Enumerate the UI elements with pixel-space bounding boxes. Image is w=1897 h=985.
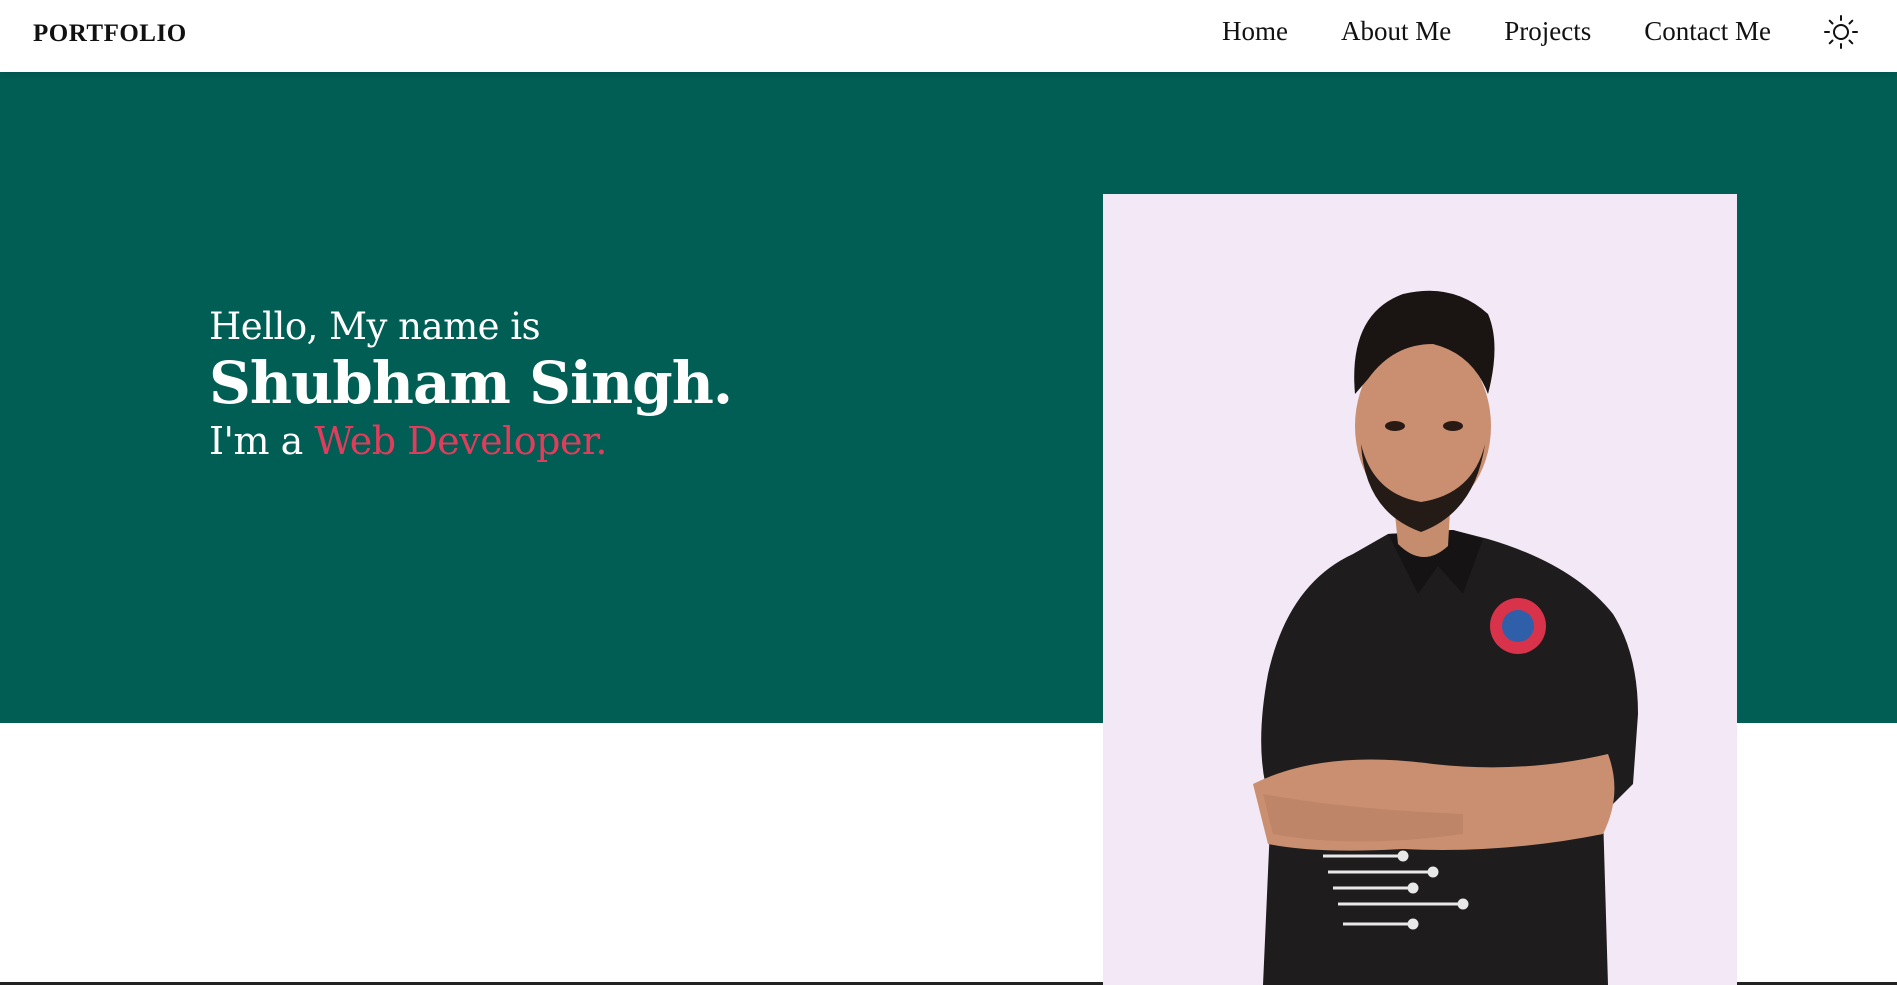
portrait-photo (1103, 194, 1737, 985)
nav-link-about-me[interactable]: About Me (1341, 16, 1451, 47)
sun-icon[interactable] (1823, 14, 1859, 50)
nav-links: Home About Me Projects Contact Me (1222, 16, 1771, 47)
navbar: PORTFOLIO Home About Me Projects Contact… (0, 0, 1897, 72)
role-line: I'm a Web Developer. (209, 419, 732, 465)
role-prefix: I'm a (209, 418, 303, 463)
portrait-illustration (1103, 194, 1737, 985)
role-highlight: Web Developer. (314, 418, 608, 463)
hero-intro: Hello, My name is Shubham Singh. I'm a W… (209, 305, 733, 465)
brand-logo[interactable]: PORTFOLIO (33, 20, 187, 48)
nav-link-contact-me[interactable]: Contact Me (1644, 16, 1771, 47)
nav-link-projects[interactable]: Projects (1504, 16, 1591, 47)
greeting-text: Hello, My name is (209, 305, 541, 348)
nav-link-home[interactable]: Home (1222, 16, 1288, 47)
hero-name: Shubham Singh. (209, 349, 733, 418)
